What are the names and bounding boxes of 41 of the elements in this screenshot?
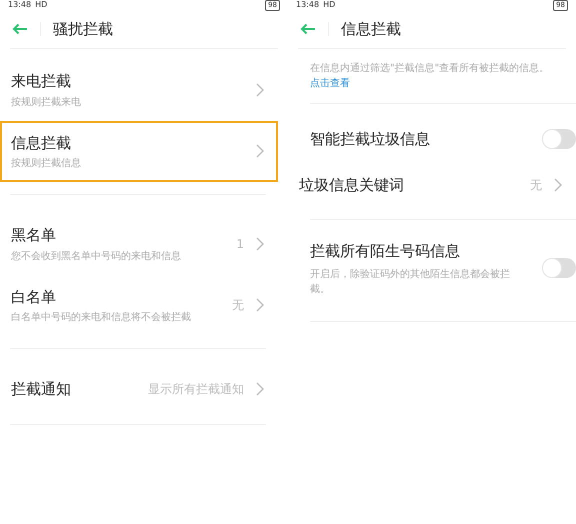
row-title: 智能拦截垃圾信息 [310, 129, 430, 150]
settings-row[interactable]: 来电拦截 按规则拦截来电 [0, 59, 278, 120]
settings-row[interactable]: 黑名单 您不会收到黑名单中号码的来电和信息 1 [0, 213, 278, 274]
status-network: HD [323, 0, 336, 10]
status-network: HD [35, 0, 48, 10]
row-value: 显示所有拦截通知 [148, 381, 244, 398]
settings-row[interactable]: 垃圾信息关键词 无 [288, 162, 576, 207]
chevron-icon [256, 144, 264, 158]
row-subtitle: 按规则拦截信息 [11, 156, 81, 171]
settings-row[interactable]: 信息拦截 按规则拦截信息 [0, 120, 278, 182]
row-subtitle: 白名单中号码的来电和信息将不会被拦截 [11, 310, 191, 325]
page-title: 信息拦截 [341, 18, 401, 40]
chevron-icon [256, 82, 264, 97]
settings-row[interactable]: 拦截通知 显示所有拦截通知 [0, 367, 278, 412]
chevron-icon [554, 178, 562, 192]
row-title: 垃圾信息关键词 [299, 174, 404, 196]
row-value: 无 [232, 297, 244, 314]
view-link[interactable]: 点击查看 [310, 78, 350, 89]
chevron-icon [256, 236, 264, 251]
toggle-switch[interactable] [542, 129, 576, 150]
row-value: 无 [530, 176, 542, 194]
row-value: 1 [236, 236, 244, 253]
row-subtitle: 开启后，除验证码外的其他陌生信息都会被拦截。 [310, 268, 511, 296]
page-title: 骚扰拦截 [53, 18, 113, 40]
row-title: 拦截通知 [11, 379, 71, 400]
settings-row[interactable]: 白名单 白名单中号码的来电和信息将不会被拦截 无 [0, 274, 278, 336]
chevron-icon [256, 382, 264, 396]
back-arrow-icon[interactable] [12, 23, 28, 35]
row-title: 拦截所有陌生号码信息 [310, 241, 461, 262]
chevron-icon [256, 298, 264, 312]
row-title: 黑名单 [11, 225, 57, 246]
back-arrow-icon[interactable] [300, 23, 316, 35]
info-note: 在信息内通过筛选"拦截信息"查看所有被拦截的信息。 点击查看 [309, 62, 550, 91]
row-title: 白名单 [11, 286, 57, 308]
row-subtitle: 按规则拦截来电 [11, 96, 81, 110]
status-time: 13:48 [8, 0, 32, 10]
toggle-switch[interactable] [542, 258, 576, 278]
row-subtitle: 您不会收到黑名单中号码的来电和信息 [11, 250, 181, 264]
row-title: 来电拦截 [11, 71, 72, 92]
status-time: 13:48 [296, 0, 320, 10]
row-title: 信息拦截 [11, 132, 72, 154]
